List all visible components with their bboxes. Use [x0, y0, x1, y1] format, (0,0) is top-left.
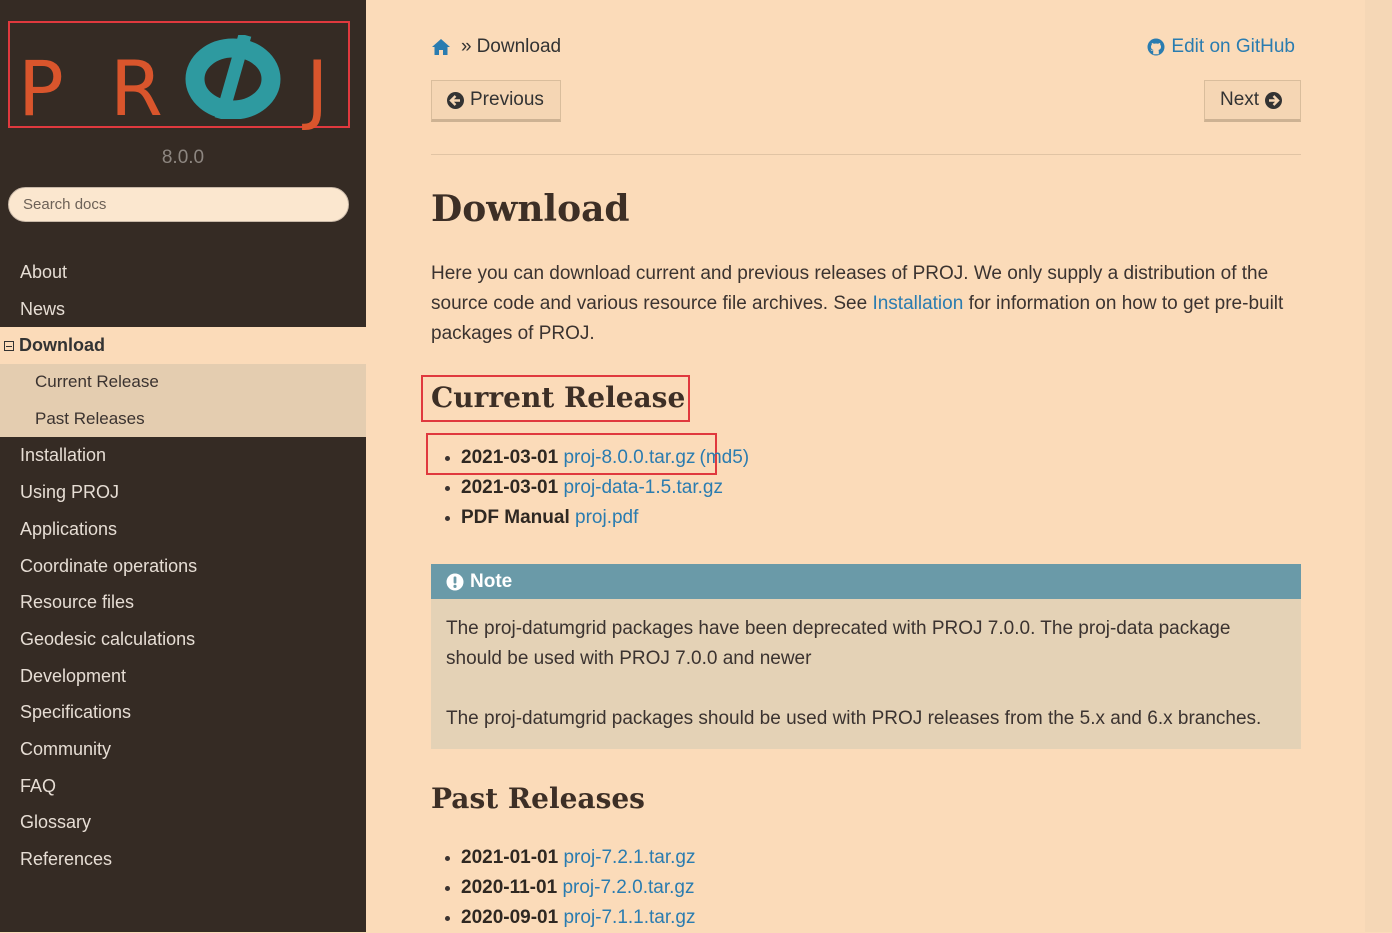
- note-paragraph: The proj-datumgrid packages have been de…: [446, 618, 1231, 669]
- past-releases-heading: Past Releases: [431, 782, 645, 815]
- github-icon: [1147, 38, 1165, 56]
- breadcrumb: » Download: [431, 36, 561, 58]
- exclamation-circle-icon: [446, 573, 464, 590]
- sidebar-item-label: Download: [19, 335, 105, 356]
- list-item: 2021-01-01 proj-7.2.1.tar.gz: [445, 843, 696, 873]
- sidebar-subitem-current-release[interactable]: Current Release: [0, 364, 366, 401]
- logo-letter-j: J: [306, 44, 329, 133]
- list-item: 2021-03-01 proj-data-1.5.tar.gz: [444, 473, 749, 503]
- list-item: PDF Manual proj.pdf: [444, 503, 749, 533]
- sidebar-item-news[interactable]: News: [0, 291, 366, 328]
- sidebar: P R J 8.0.0 About News Download Current …: [0, 0, 366, 932]
- list-item: 2020-11-01 proj-7.2.0.tar.gz: [445, 873, 696, 903]
- download-link[interactable]: proj-8.0.0.tar.gz: [563, 447, 695, 468]
- note-paragraph: The proj-datumgrid packages should be us…: [446, 708, 1262, 729]
- sidebar-item-coordinate-operations[interactable]: Coordinate operations: [0, 548, 366, 585]
- sidebar-item-specifications[interactable]: Specifications: [0, 694, 366, 731]
- sidebar-item-development[interactable]: Development: [0, 658, 366, 695]
- release-date: 2020-11-01: [461, 877, 558, 898]
- sidebar-item-installation[interactable]: Installation: [0, 437, 366, 474]
- download-link[interactable]: proj-7.2.0.tar.gz: [562, 877, 694, 898]
- divider: [431, 154, 1301, 155]
- collapse-icon[interactable]: [4, 340, 14, 351]
- list-item: 2021-03-01 proj-8.0.0.tar.gz (md5): [444, 443, 750, 473]
- download-link[interactable]: proj-data-1.5.tar.gz: [563, 477, 722, 498]
- sidebar-item-resource-files[interactable]: Resource files: [0, 584, 366, 621]
- past-releases-list: 2021-01-01 proj-7.2.1.tar.gz 2020-11-01 …: [431, 843, 696, 933]
- sidebar-item-faq[interactable]: FAQ: [0, 768, 366, 805]
- previous-label: Previous: [470, 89, 544, 110]
- edit-on-github-label: Edit on GitHub: [1171, 36, 1295, 57]
- version-label: 8.0.0: [161, 147, 205, 168]
- logo-phi-icon: [185, 35, 281, 119]
- logo-letter-p: P: [18, 44, 64, 133]
- edit-on-github-link[interactable]: Edit on GitHub: [1147, 36, 1295, 58]
- home-icon[interactable]: [431, 38, 451, 56]
- sidebar-item-community[interactable]: Community: [0, 731, 366, 768]
- release-date: 2021-01-01: [461, 847, 559, 868]
- page-title: Download: [431, 188, 630, 230]
- current-release-list: 2021-03-01 proj-8.0.0.tar.gz (md5) 2021-0…: [431, 443, 749, 533]
- sidebar-item-geodesic-calculations[interactable]: Geodesic calculations: [0, 621, 366, 658]
- sidebar-item-using-proj[interactable]: Using PROJ: [0, 474, 366, 511]
- release-date: 2021-03-01: [461, 477, 559, 498]
- release-date: 2020-09-01: [461, 907, 559, 928]
- download-link[interactable]: proj-7.2.1.tar.gz: [563, 847, 695, 868]
- release-date: PDF Manual: [461, 507, 570, 528]
- arrow-right-icon: [1265, 91, 1283, 109]
- sidebar-item-applications[interactable]: Applications: [0, 511, 366, 548]
- next-label: Next: [1220, 89, 1260, 110]
- list-item: 2020-09-01 proj-7.1.1.tar.gz: [445, 903, 696, 933]
- note-body: The proj-datumgrid packages have been de…: [431, 599, 1301, 749]
- sidebar-item-download[interactable]: Download: [0, 327, 366, 365]
- download-link[interactable]: proj-7.1.1.tar.gz: [563, 907, 695, 928]
- sidebar-item-glossary[interactable]: Glossary: [0, 804, 366, 841]
- scrollbar-gutter[interactable]: [1365, 0, 1392, 932]
- sidebar-nav: About News Download Current Release Past…: [0, 254, 366, 878]
- sidebar-item-about[interactable]: About: [0, 254, 366, 291]
- note-title: Note: [470, 570, 513, 592]
- release-date: 2021-03-01: [461, 447, 559, 468]
- logo-letter-r: R: [110, 44, 163, 133]
- download-link[interactable]: proj.pdf: [575, 507, 638, 528]
- intro-paragraph: Here you can download current and previo…: [431, 263, 1284, 344]
- arrow-left-icon: [447, 91, 464, 109]
- next-button[interactable]: Next: [1204, 80, 1301, 122]
- previous-button[interactable]: Previous: [431, 80, 561, 122]
- current-release-heading: Current Release: [431, 381, 686, 414]
- note-header: Note: [431, 564, 1301, 599]
- proj-logo[interactable]: P R J: [8, 21, 350, 128]
- sidebar-subitem-past-releases[interactable]: Past Releases: [0, 400, 366, 438]
- sidebar-item-references[interactable]: References: [0, 841, 366, 878]
- breadcrumb-current: Download: [476, 36, 562, 57]
- breadcrumb-separator: »: [461, 36, 472, 57]
- md5-link[interactable]: (md5): [700, 447, 750, 468]
- installation-link[interactable]: Installation: [872, 293, 963, 314]
- search-input[interactable]: [8, 187, 349, 222]
